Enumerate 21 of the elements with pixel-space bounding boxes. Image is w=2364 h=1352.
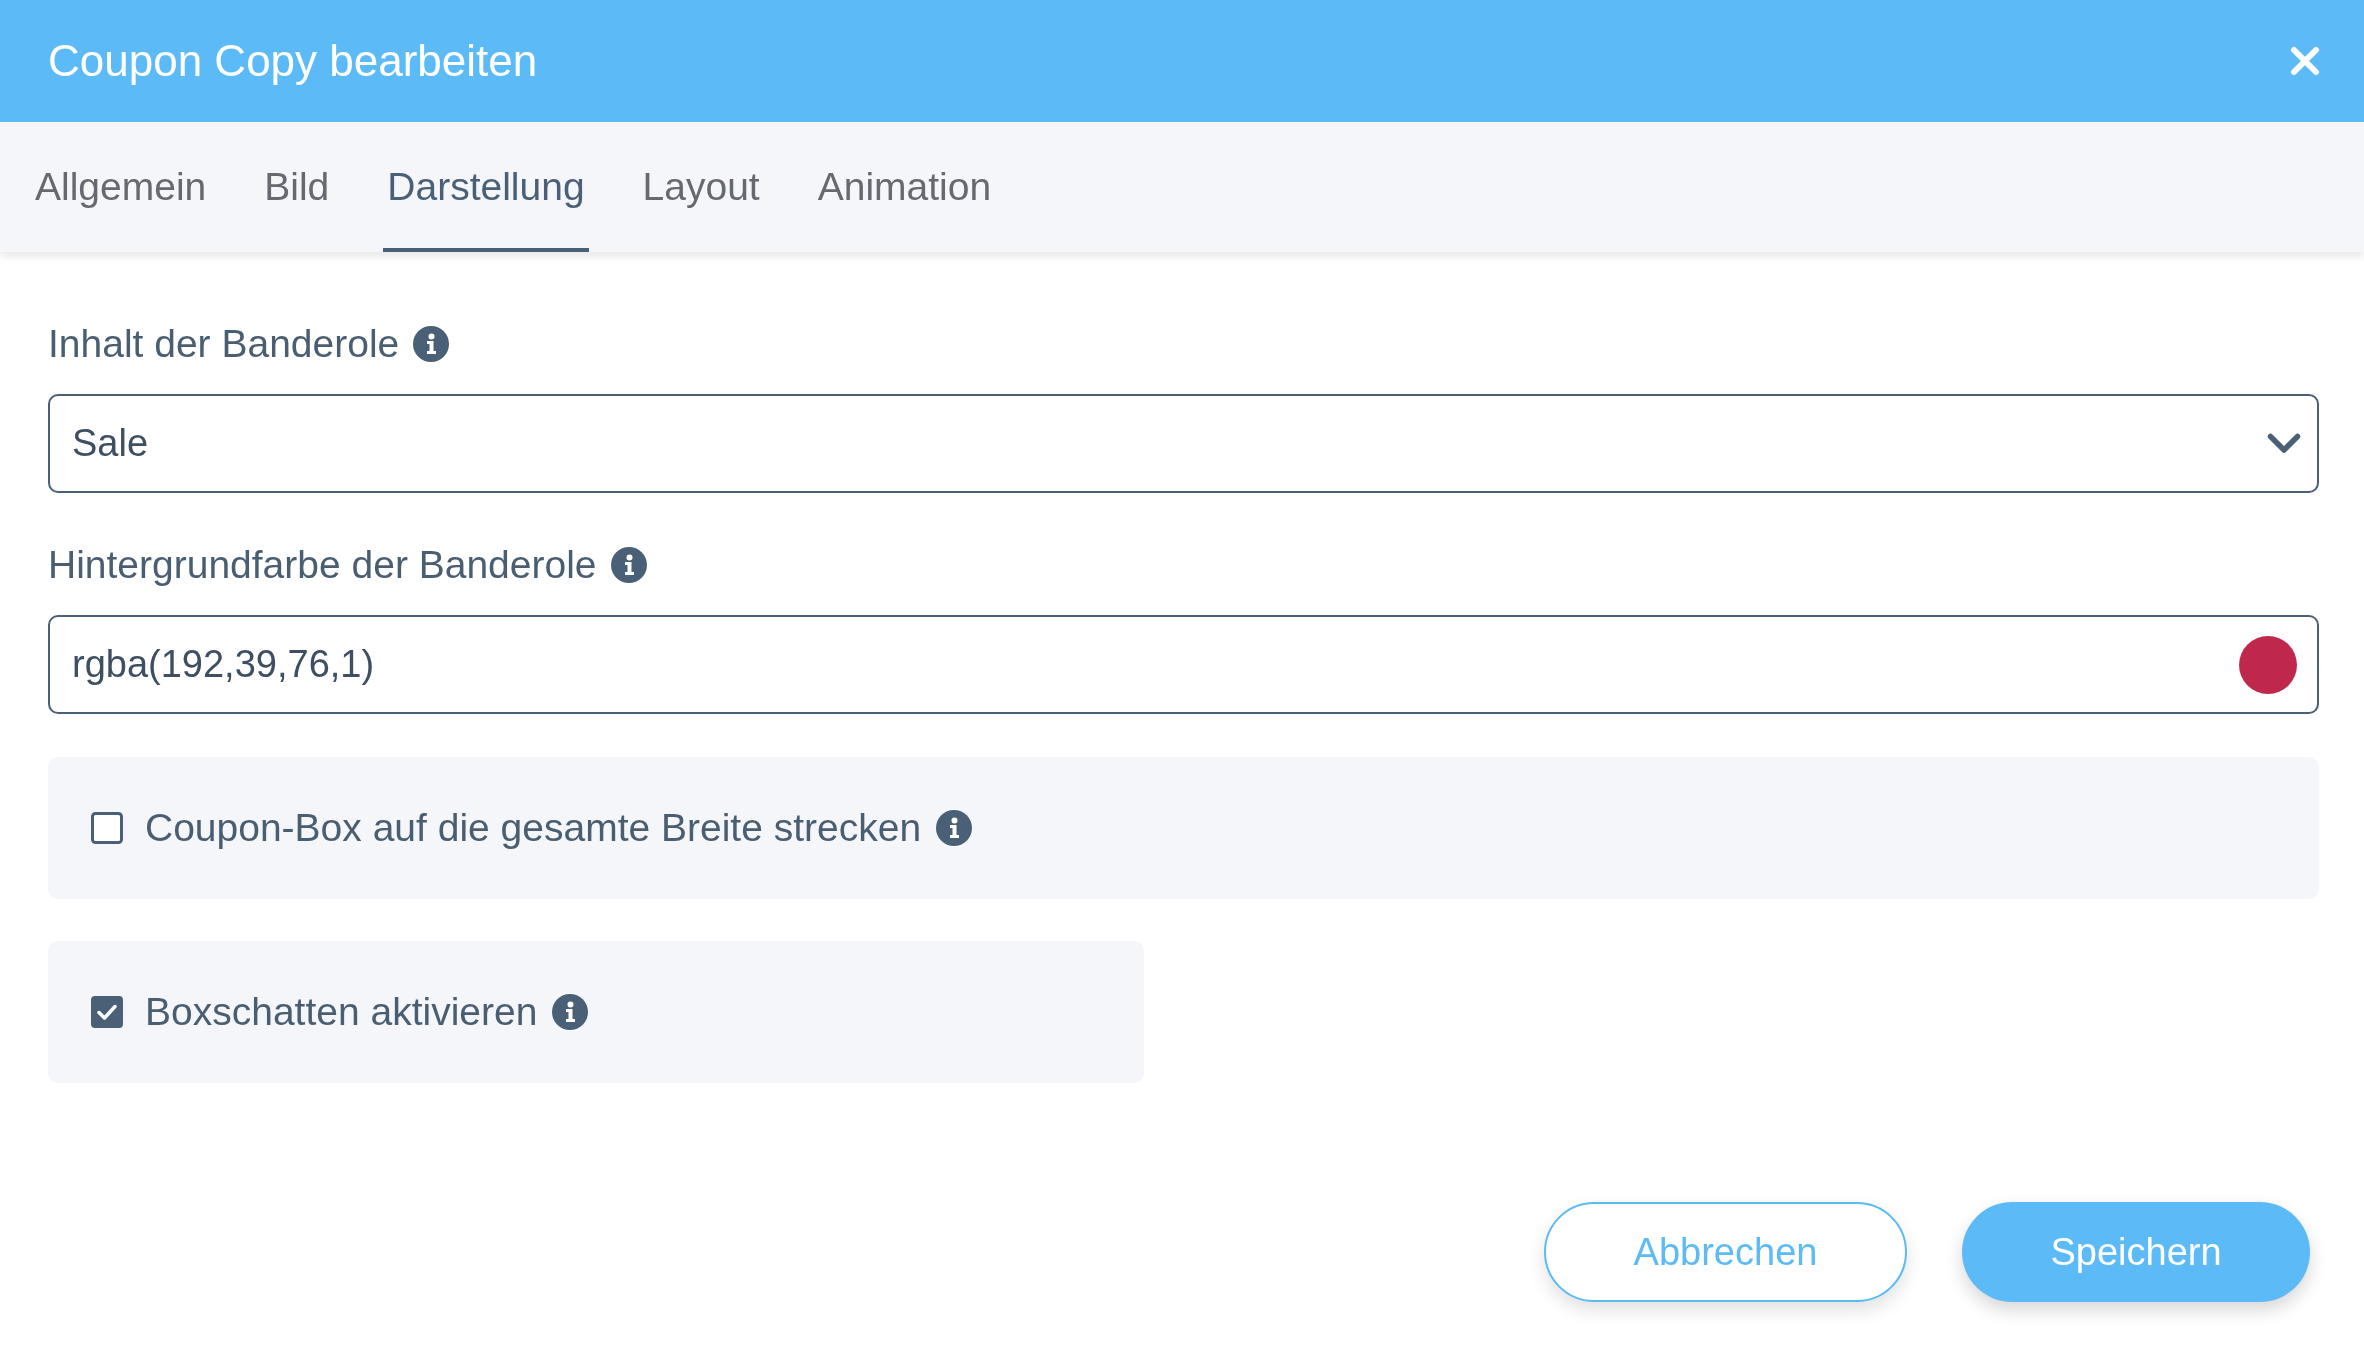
tab[interactable]: Animation	[813, 122, 996, 252]
dropdown[interactable]: Sale	[48, 394, 2319, 493]
tab[interactable]: Layout	[638, 122, 764, 252]
tab[interactable]: Darstellung	[383, 122, 589, 252]
field-label: Inhalt der Banderole	[48, 321, 400, 367]
info-icon[interactable]	[552, 994, 589, 1030]
info-icon[interactable]	[413, 326, 450, 362]
color-field[interactable]: rgba(192,39,76,1)	[48, 615, 2319, 714]
checkbox-label: Coupon-Box auf die gesamte Breite strecken	[145, 805, 922, 851]
tab[interactable]: Allgemein	[31, 122, 211, 252]
info-icon[interactable]	[610, 547, 647, 583]
checkbox-label: Boxschatten aktivieren	[145, 989, 538, 1035]
checkbox[interactable]	[91, 996, 123, 1028]
color-swatch-icon[interactable]	[2239, 635, 2297, 694]
field-label: Hintergrundfarbe der Banderole	[48, 542, 597, 588]
close-icon	[2290, 46, 2320, 76]
dialog-title: Coupon Copy bearbeiten	[48, 35, 538, 87]
tab[interactable]: Bild	[260, 122, 334, 252]
checkbox[interactable]	[91, 812, 123, 844]
chevron-down-icon	[2267, 433, 2301, 454]
info-icon[interactable]	[936, 810, 973, 846]
